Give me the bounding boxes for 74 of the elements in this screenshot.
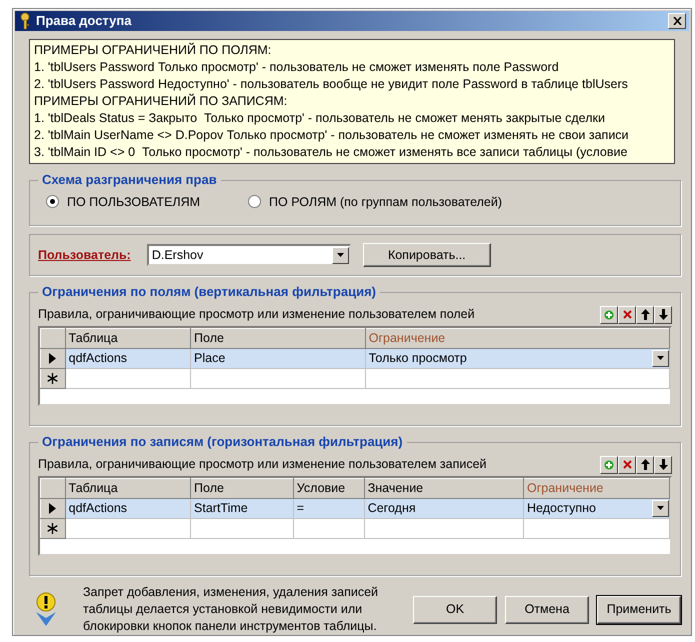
group-title: Ограничения по записям (горизонтальная фильтрация)	[38, 434, 407, 450]
warning-icon	[33, 592, 59, 628]
delete-icon	[622, 460, 632, 470]
arrow-up-icon	[640, 459, 650, 470]
copy-button[interactable]: Копировать...	[362, 243, 491, 267]
asterisk-icon	[47, 373, 58, 384]
section-description: Правила, ограничивающие просмотр или изменение пользователем записей	[38, 456, 487, 473]
caret-icon	[657, 506, 664, 510]
row-indicator[interactable]	[40, 348, 66, 368]
column-header[interactable]: Поле	[190, 478, 294, 498]
add-icon	[604, 310, 614, 320]
column-header[interactable]: Поле	[190, 328, 366, 348]
arrow-down-icon	[658, 459, 668, 470]
window-title: Права доступа	[36, 12, 132, 30]
close-icon	[672, 16, 682, 25]
radio-label: ПО РОЛЯМ (по группам пользователей)	[269, 194, 502, 211]
info-line: ПРИМЕРЫ ОГРАНИЧЕНИЙ ПО ПОЛЯМ:	[34, 42, 272, 58]
move-down-button[interactable]	[654, 306, 672, 324]
user-label: Пользователь:	[38, 246, 131, 264]
group-title: Схема разграничения прав	[38, 172, 221, 188]
move-down-button[interactable]	[654, 456, 672, 474]
move-up-button[interactable]	[636, 306, 654, 324]
column-header[interactable]: Таблица	[65, 478, 191, 498]
add-button[interactable]	[600, 306, 618, 324]
arrow-up-icon	[640, 309, 650, 320]
table-cell: StartTime	[190, 498, 294, 518]
delete-button[interactable]	[618, 456, 636, 474]
table-cell: Place	[190, 348, 366, 368]
info-line: 2. 'tblUsers Password Недоступно' - пользователь вообще не увидит поле Password в таблице tblUsers	[34, 76, 629, 92]
info-line: 2. 'tblMain UserName <> D.Popov Только просмотр' - пользователь не сможет изменять не свои записи	[34, 126, 630, 144]
column-header[interactable]: Значение	[364, 478, 524, 498]
section-description: Правила, ограничивающие просмотр или изменение пользователем полей	[38, 306, 475, 323]
radio-button[interactable]	[248, 195, 262, 208]
column-header[interactable]: Ограничение	[524, 478, 670, 498]
delete-icon	[622, 310, 632, 320]
table-cell: Сегодня	[364, 498, 524, 518]
group-title: Ограничения по полям (вертикальная фильтрация)	[38, 284, 380, 300]
radio-button[interactable]	[46, 195, 59, 208]
asterisk-icon	[47, 523, 58, 534]
row-indicator[interactable]	[40, 518, 66, 538]
delete-button[interactable]	[618, 306, 636, 324]
table-cell: qdfActions	[65, 348, 191, 368]
close-button[interactable]	[668, 12, 686, 29]
dialog-button[interactable]: OK	[413, 596, 497, 624]
move-up-button[interactable]	[636, 456, 654, 474]
row-indicator[interactable]	[40, 368, 66, 388]
table-cell: Недоступно	[524, 498, 670, 518]
dropdown-button[interactable]	[652, 500, 669, 517]
add-button[interactable]	[600, 456, 618, 474]
hint-text: Запрет добавления, изменения, удаления записей таблицы делается установкой невидимости или блокировки кнопок панели инструментов таблицы.	[83, 584, 380, 635]
column-header[interactable]: Ограничение	[365, 328, 670, 348]
row-pointer-icon	[49, 353, 56, 364]
column-header[interactable]: Условие	[293, 478, 364, 498]
dropdown-button[interactable]	[332, 246, 349, 264]
row-indicator[interactable]	[40, 498, 66, 518]
caret-icon	[657, 356, 664, 360]
table-cell: qdfActions	[65, 498, 191, 518]
radio-label: ПО ПОЛЬЗОВАТЕЛЯМ	[67, 194, 200, 210]
row-pointer-icon	[49, 503, 56, 514]
add-icon	[604, 460, 614, 470]
keys-icon	[18, 12, 32, 30]
dialog-button[interactable]: Отмена	[505, 596, 589, 624]
user-combobox[interactable]: D.Ershov	[146, 244, 351, 266]
column-header[interactable]: Таблица	[65, 328, 191, 348]
info-line: 1. 'tblUsers Password Только просмотр' - пользователь не сможет изменять поле Password	[34, 58, 560, 76]
info-line: ПРИМЕРЫ ОГРАНИЧЕНИЙ ПО ЗАПИСЯМ:	[34, 92, 288, 110]
table-cell: Только просмотр	[365, 348, 670, 368]
dialog-button[interactable]: Применить	[597, 596, 681, 624]
dropdown-button[interactable]	[652, 350, 669, 367]
info-line: 1. 'tblDeals Status = Закрыто Только просмотр' - пользователь не сможет менять закрытые сделки	[34, 110, 606, 126]
caret-icon	[336, 253, 344, 257]
arrow-down-icon	[658, 309, 668, 320]
info-line: 3. 'tblMain ID <> 0 Только просмотр' - пользователь не сможет изменять все записи таблицы (условие	[34, 144, 628, 160]
table-cell: =	[293, 498, 364, 518]
